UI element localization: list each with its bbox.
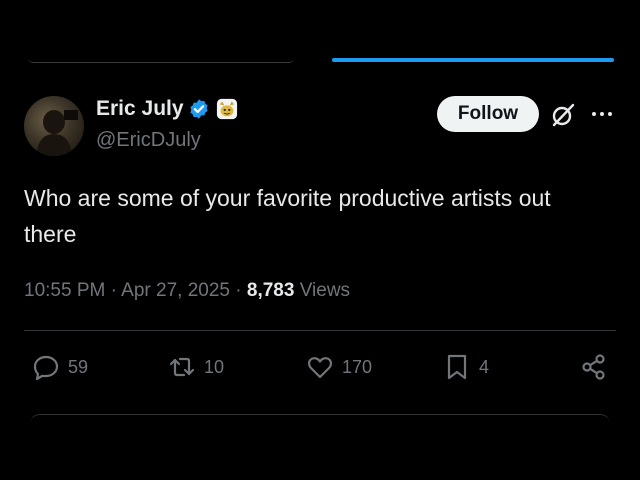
affiliate-badge-icon[interactable] <box>216 98 238 120</box>
views-label: Views <box>294 280 351 301</box>
bookmark-button[interactable]: 4 <box>443 352 489 382</box>
top-tab-right-active[interactable] <box>332 58 614 62</box>
tweet-time[interactable]: 10:55 PM <box>24 280 105 301</box>
more-icon[interactable] <box>590 104 614 124</box>
tweet-meta: 10:55 PM · Apr 27, 2025 · 8,783 Views <box>24 280 350 302</box>
grok-icon[interactable] <box>550 102 576 128</box>
author-name[interactable]: Eric July <box>96 97 184 121</box>
meta-separator: · <box>229 280 247 301</box>
meta-separator: · <box>105 280 122 301</box>
avatar-image <box>36 110 78 156</box>
reply-composer-edge <box>30 414 610 429</box>
reply-count: 59 <box>68 356 89 377</box>
tweet-date[interactable]: Apr 27, 2025 <box>121 280 230 301</box>
verified-icon <box>190 99 208 119</box>
like-button[interactable]: 170 <box>306 352 372 382</box>
like-icon <box>308 357 332 379</box>
author-handle[interactable]: @EricDJuly <box>96 129 201 152</box>
repost-count: 10 <box>204 356 225 377</box>
tweet-text: Who are some of your favorite productive… <box>24 185 551 247</box>
repost-button[interactable]: 10 <box>168 352 224 382</box>
repost-icon <box>169 357 195 377</box>
share-button[interactable] <box>580 352 608 382</box>
like-count: 170 <box>342 356 373 377</box>
share-icon <box>582 354 605 380</box>
bookmark-count: 4 <box>479 356 490 377</box>
reply-icon <box>33 355 59 381</box>
bookmark-icon <box>447 354 467 380</box>
divider <box>24 330 616 331</box>
follow-button[interactable]: Follow <box>437 96 539 132</box>
views-count[interactable]: 8,783 <box>247 280 295 301</box>
avatar[interactable] <box>24 96 84 156</box>
top-tab-left[interactable] <box>28 58 294 63</box>
reply-button[interactable]: 59 <box>32 352 88 382</box>
